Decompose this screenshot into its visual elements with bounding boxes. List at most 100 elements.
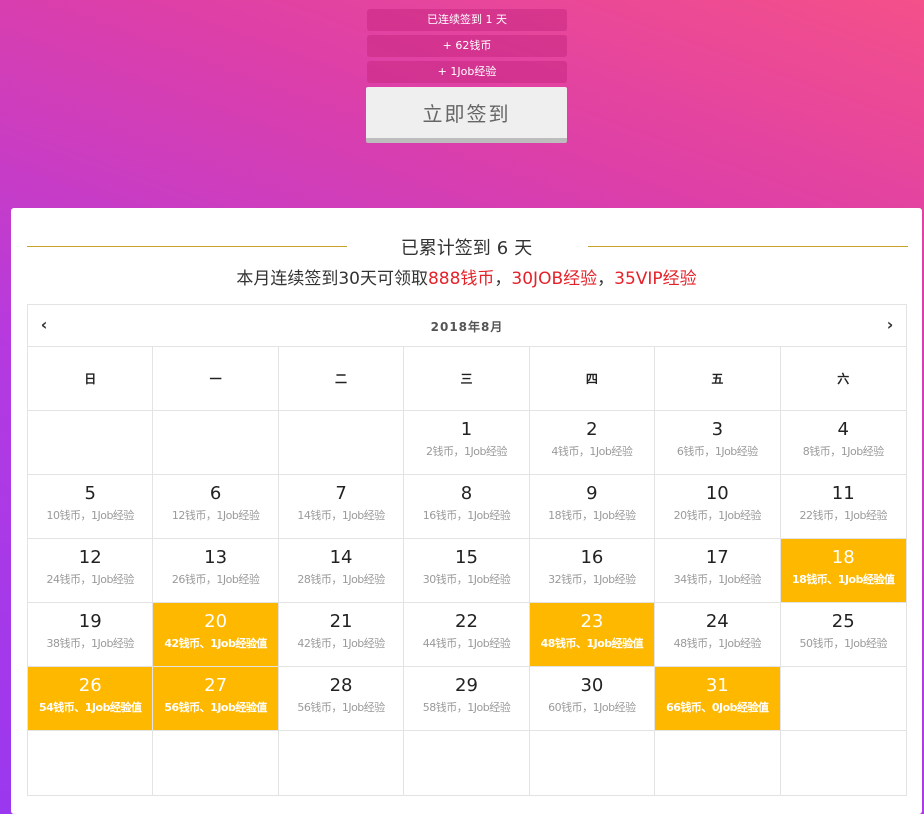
- calendar-empty-cell: [781, 731, 906, 795]
- weekday-label: 四: [529, 347, 656, 411]
- exp-reward-badge: + 1Job经验: [367, 61, 567, 83]
- day-number: 12: [78, 547, 102, 568]
- calendar-empty-cell: [28, 411, 154, 475]
- day-reward: 56钱币、1Job经验值: [164, 701, 267, 714]
- day-reward: 26钱币，1Job经验: [171, 573, 260, 586]
- calendar-day[interactable]: 3 6钱币，1Job经验: [655, 411, 781, 475]
- monthly-reward-text: 本月连续签到30天可领取888钱币，30JOB经验，35VIP经验: [11, 264, 922, 289]
- day-reward: 38钱币，1Job经验: [46, 637, 134, 650]
- weekday-label: 五: [655, 347, 781, 411]
- calendar-empty-cell: [279, 731, 405, 795]
- calendar-day[interactable]: 4 8钱币，1Job经验: [780, 411, 906, 475]
- day-reward: 42钱币，1Job经验: [297, 637, 385, 650]
- day-number: 29: [455, 675, 478, 696]
- calendar-day[interactable]: 13 26钱币，1Job经验: [153, 539, 279, 603]
- day-number: 22: [455, 611, 478, 632]
- calendar-day-signed[interactable]: 23 48钱币、1Job经验值: [529, 603, 656, 667]
- day-number: 4: [837, 419, 849, 440]
- calendar-day-signed[interactable]: 26 54钱币、1Job经验值: [28, 667, 154, 731]
- day-number: 20: [204, 611, 228, 632]
- day-reward: 44钱币，1Job经验: [422, 637, 511, 650]
- day-reward: 42钱币、1Job经验值: [164, 637, 267, 650]
- total-prefix: 已累计签到: [400, 238, 491, 259]
- calendar-week-row: 26 54钱币、1Job经验值 27 56钱币、1Job经验值 28 56钱币，1Job经…: [28, 667, 906, 731]
- sign-info-stack: 已连续签到 1 天 + 62钱币 + 1Job经验: [367, 9, 567, 87]
- calendar-week-row: 1 2钱币，1Job经验 2 4钱币，1Job经验 3 6钱币，1Job经验 4 8钱币，1J…: [28, 411, 906, 475]
- calendar-day[interactable]: 21 42钱币，1Job经验: [278, 603, 405, 667]
- calendar-day[interactable]: 7 14钱币，1Job经验: [278, 475, 405, 539]
- weekday-label: 二: [278, 347, 405, 411]
- calendar-day-signed[interactable]: 27 56钱币、1Job经验值: [153, 667, 279, 731]
- day-reward: 30钱币，1Job经验: [422, 573, 511, 586]
- calendar-empty-cell: [153, 411, 279, 475]
- sign-in-button[interactable]: 立即签到: [366, 87, 567, 143]
- calendar-day[interactable]: 30 60钱币，1Job经验: [529, 667, 656, 731]
- calendar-day[interactable]: 24 48钱币，1Job经验: [655, 603, 781, 667]
- reward-prefix: 本月连续签到30天可领取: [236, 269, 428, 289]
- day-number: 9: [586, 483, 598, 504]
- sign-calendar: ‹ 2018年8月 › 日一二三四五六 1 2钱币，1Job经验 2 4钱币，1Job…: [27, 304, 907, 796]
- weekday-row: 日一二三四五六: [28, 347, 906, 411]
- day-number: 14: [329, 547, 353, 568]
- calendar-empty-cell: [530, 731, 656, 795]
- calendar-day[interactable]: 10 20钱币，1Job经验: [655, 475, 781, 539]
- day-reward: 16钱币，1Job经验: [422, 509, 511, 522]
- calendar-day[interactable]: 29 58钱币，1Job经验: [404, 667, 530, 731]
- day-reward: 8钱币，1Job经验: [802, 445, 884, 458]
- day-number: 18: [831, 547, 855, 568]
- calendar-day[interactable]: 16 32钱币，1Job经验: [529, 539, 656, 603]
- calendar-empty-cell: [655, 731, 781, 795]
- calendar-empty-cell: [404, 731, 530, 795]
- day-number: 13: [204, 547, 228, 568]
- day-number: 6: [209, 483, 222, 504]
- day-reward: 4钱币，1Job经验: [551, 445, 633, 458]
- day-reward: 56钱币，1Job经验: [297, 701, 385, 714]
- calendar-day-signed[interactable]: 20 42钱币、1Job经验值: [153, 603, 279, 667]
- calendar-day[interactable]: 19 38钱币，1Job经验: [28, 603, 154, 667]
- day-reward: 50钱币，1Job经验: [799, 637, 888, 650]
- reward-sep-1: ，: [494, 269, 512, 289]
- day-number: 11: [831, 483, 855, 504]
- reward-vip: 35VIP经验: [614, 269, 697, 289]
- coins-reward-badge: + 62钱币: [367, 35, 567, 57]
- calendar-day[interactable]: 28 56钱币，1Job经验: [278, 667, 405, 731]
- calendar-day-signed[interactable]: 31 66钱币、0Job经验值: [655, 667, 781, 731]
- calendar-empty-cell: [153, 731, 279, 795]
- calendar-day[interactable]: 2 4钱币，1Job经验: [529, 411, 656, 475]
- calendar-day[interactable]: 17 34钱币，1Job经验: [655, 539, 781, 603]
- calendar-day[interactable]: 1 2钱币，1Job经验: [404, 411, 530, 475]
- day-reward: 54钱币、1Job经验值: [38, 701, 142, 714]
- total-sign-title: 已累计签到 6 天: [11, 234, 922, 260]
- day-reward: 48钱币，1Job经验: [673, 637, 762, 650]
- calendar-day[interactable]: 5 10钱币，1Job经验: [28, 475, 154, 539]
- calendar-day[interactable]: 25 50钱币，1Job经验: [780, 603, 906, 667]
- day-number: 17: [705, 547, 729, 568]
- calendar-day[interactable]: 11 22钱币，1Job经验: [780, 475, 906, 539]
- calendar-day[interactable]: 14 28钱币，1Job经验: [278, 539, 405, 603]
- calendar-day[interactable]: 15 30钱币，1Job经验: [404, 539, 530, 603]
- weekday-label: 一: [153, 347, 279, 411]
- day-number: 19: [78, 611, 102, 632]
- calendar-day[interactable]: 22 44钱币，1Job经验: [404, 603, 530, 667]
- calendar-month-title: 2018年8月: [430, 320, 504, 334]
- calendar-day[interactable]: 9 18钱币，1Job经验: [529, 475, 656, 539]
- calendar-day[interactable]: 12 24钱币，1Job经验: [28, 539, 154, 603]
- weekday-label: 日: [28, 347, 154, 411]
- day-number: 28: [329, 675, 353, 696]
- chevron-right-icon[interactable]: ›: [880, 315, 900, 335]
- sign-panel: 已累计签到 6 天 本月连续签到30天可领取888钱币，30JOB经验，35VIP经…: [11, 208, 922, 814]
- day-reward: 6钱币，1Job经验: [676, 445, 758, 458]
- calendar-day-signed[interactable]: 18 18钱币、1Job经验值: [780, 539, 906, 603]
- calendar-week-row: 5 10钱币，1Job经验 6 12钱币，1Job经验 7 14钱币，1Job经验 8 16钱…: [28, 475, 906, 539]
- day-number: 26: [78, 675, 102, 696]
- day-number: 30: [580, 675, 604, 696]
- calendar-day[interactable]: 6 12钱币，1Job经验: [153, 475, 279, 539]
- streak-badge: 已连续签到 1 天: [367, 9, 567, 31]
- reward-job: 30JOB经验: [511, 269, 598, 289]
- calendar-day[interactable]: 8 16钱币，1Job经验: [404, 475, 530, 539]
- day-number: 15: [455, 547, 478, 568]
- day-number: 16: [580, 547, 604, 568]
- calendar-grid: 1 2钱币，1Job经验 2 4钱币，1Job经验 3 6钱币，1Job经验 4 8钱币，1J…: [28, 411, 906, 795]
- calendar-week-row: 19 38钱币，1Job经验 20 42钱币、1Job经验值 21 42钱币，1Job经验…: [28, 603, 906, 667]
- day-reward: 22钱币，1Job经验: [799, 509, 888, 522]
